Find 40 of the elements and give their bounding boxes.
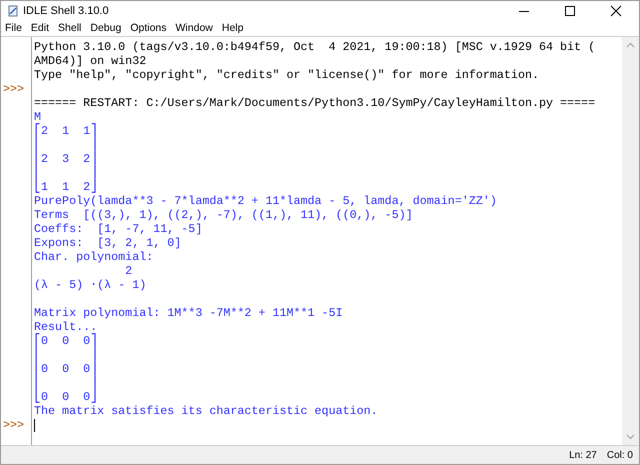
text-cursor	[34, 418, 35, 432]
menu-item[interactable]: Edit	[30, 20, 50, 36]
menu-item[interactable]: Help	[222, 20, 244, 36]
output-text: PurePoly(lamda**3 - 7*lamda**2 + 11*lamda - 5, lamda, domain='ZZ')	[34, 194, 497, 208]
output-text: (λ - 5) ⋅(λ - 1)	[34, 278, 146, 292]
menu-item[interactable]: Window	[176, 20, 213, 36]
line-number: Ln: 27	[569, 448, 597, 462]
output-text: ⎢2 3 2⎥	[34, 152, 98, 166]
output-text: ⎢ ⎥	[34, 166, 98, 180]
console-text: ====== RESTART: C:/Users/Mark/Documents/Python3.10/SymPy/CayleyHamilton.py =====	[34, 96, 596, 110]
output-text: ⎣0 0 0⎦	[34, 390, 98, 404]
output-text: M	[34, 110, 42, 124]
menu-item[interactable]: Options	[130, 20, 167, 36]
console-text: Python 3.10.0 (tags/v3.10.0:b494f59, Oct 4 2021, 19:00:18) [MSC v.1929 64 bit (	[34, 40, 596, 54]
prompt: >>>	[3, 418, 24, 432]
menu-item[interactable]: Shell	[58, 20, 82, 36]
menu-item[interactable]: File	[5, 20, 22, 36]
output-text: 2	[124, 264, 132, 278]
output-text: ⎢ ⎥	[34, 138, 98, 152]
output-text: ⎢0 0 0⎥	[34, 362, 98, 376]
console-text: Type "help", "copyright", "credits" or "license()" for more information.	[34, 68, 539, 82]
app-icon	[7, 5, 19, 17]
menu-item[interactable]: Debug	[90, 20, 122, 36]
prompt: >>>	[3, 82, 24, 96]
console-text: AMD64)] on win32	[34, 54, 146, 68]
output-text: The matrix satisfies its characteristic equation.	[34, 404, 378, 418]
scrollbar[interactable]	[622, 37, 639, 445]
output-text: Coeffs: [1, -7, 11, -5]	[34, 222, 202, 236]
output-text: ⎣1 1 2⎦	[34, 180, 98, 194]
output-text: Terms [((3,), 1), ((2,), -7), ((1,), 11), ((0,), -5)]	[34, 208, 413, 222]
output-text: ⎢ ⎥	[34, 348, 98, 362]
output-text: Result...	[34, 320, 98, 334]
output-text: ⎡2 1 1⎤	[34, 124, 98, 138]
output-text: Expons: [3, 2, 1, 0]	[34, 236, 182, 250]
output-text: Char. polynomial:	[34, 250, 154, 264]
column-number: Col: 0	[606, 448, 633, 462]
output-text: Matrix polynomial: 1M**3 -7M**2 + 11M**1 -5I	[34, 306, 343, 320]
output-text: ⎡0 0 0⎤	[34, 334, 98, 348]
window-title: IDLE Shell 3.10.0	[23, 4, 109, 19]
output-text: ⎢ ⎥	[34, 376, 98, 390]
